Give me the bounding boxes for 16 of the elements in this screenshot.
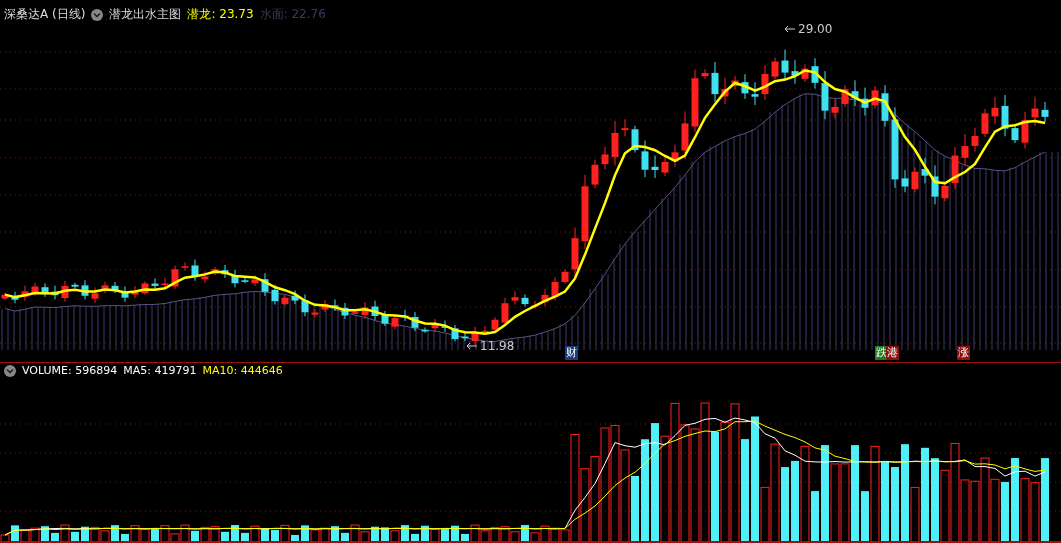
arrow-icon (784, 25, 796, 33)
price-label: 29.00 (798, 22, 833, 36)
indicator-name: 潜龙出水主图 (109, 6, 182, 23)
stock-title: 深桑达A (日线) (4, 6, 86, 23)
price-label: 11.98 (480, 339, 515, 353)
volume-value: MA10: 444646 (202, 364, 283, 377)
chevron-down-icon[interactable] (4, 364, 16, 377)
indicator-value: 水面: 22.76 (259, 6, 326, 23)
volume-value: VOLUME: 596894 (22, 364, 118, 377)
signal-marker: 财 (565, 346, 578, 360)
signal-marker: 港 (886, 346, 899, 360)
chevron-down-icon[interactable] (91, 8, 104, 21)
signal-marker: 涨 (957, 346, 970, 360)
arrow-icon (466, 342, 478, 350)
indicator-value: 潜龙: 23.73 (187, 6, 254, 23)
volume-value: MA5: 419791 (123, 364, 197, 377)
